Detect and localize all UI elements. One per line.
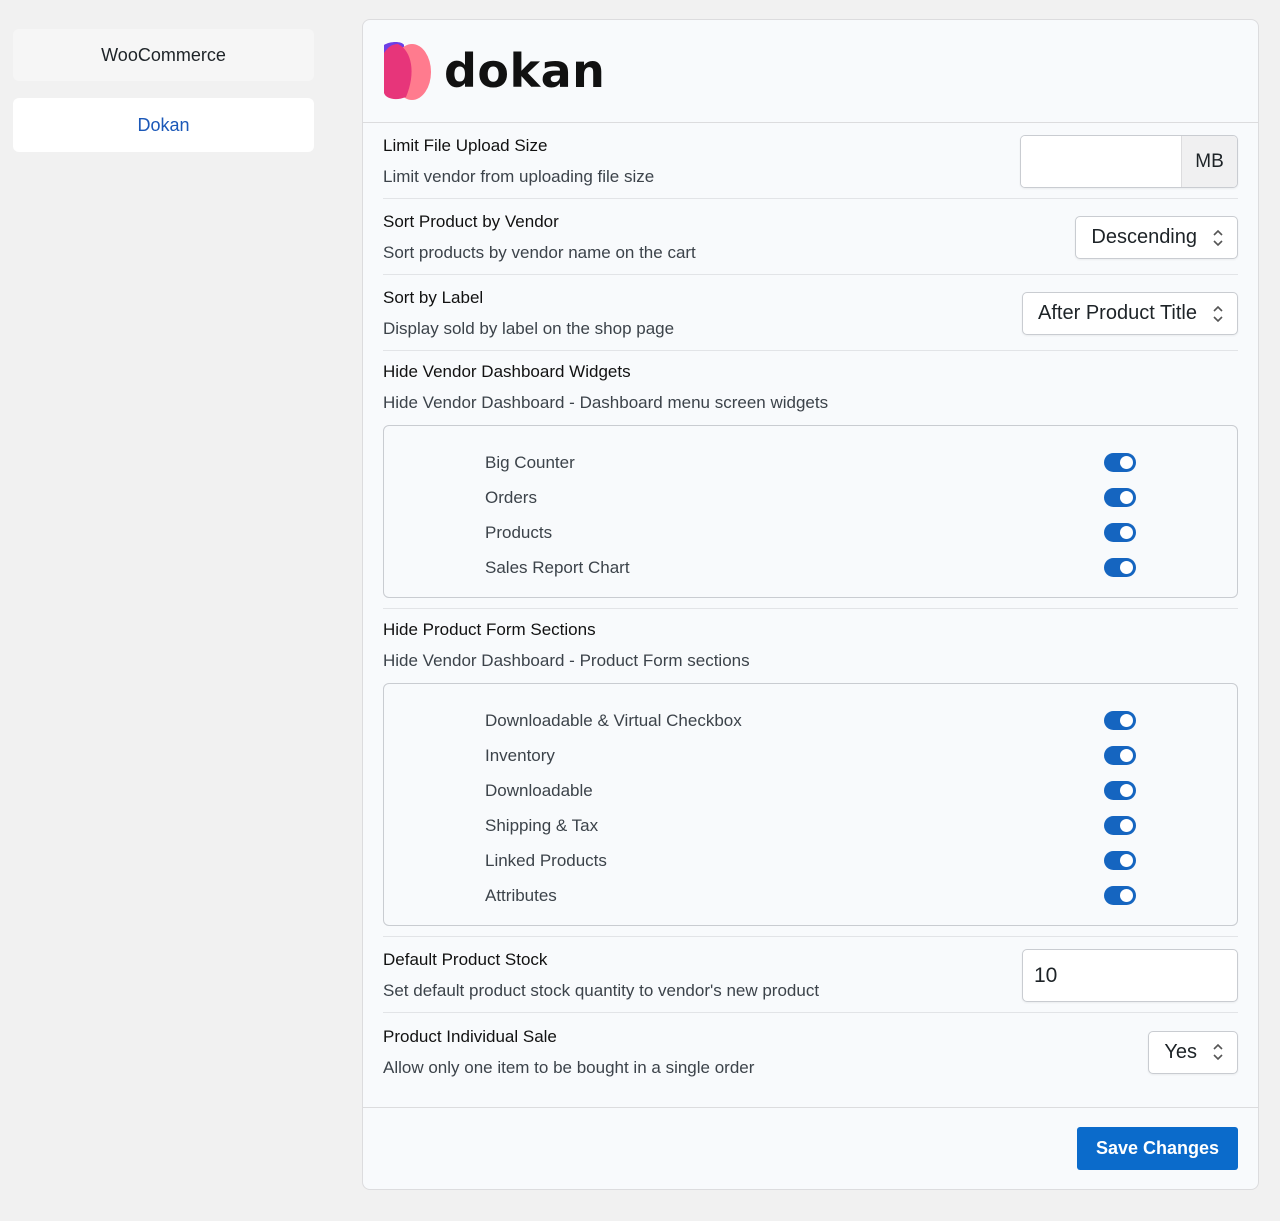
dokan-logo-icon [384, 42, 431, 100]
list-item: Orders [485, 480, 1136, 515]
list-item: Downloadable & Virtual Checkbox [485, 703, 1136, 738]
upload-size-desc: Limit vendor from uploading file size [383, 167, 655, 186]
default-stock-title: Default Product Stock [383, 950, 548, 969]
products-toggle[interactable] [1104, 523, 1136, 542]
sort-label-desc: Display sold by label on the shop page [383, 319, 675, 338]
sort-vendor-row: Sort Product by Vendor Sort products by … [383, 199, 1238, 275]
sidebar-item-woocommerce[interactable]: WooCommerce [13, 29, 314, 81]
save-changes-button[interactable]: Save Changes [1076, 1127, 1238, 1170]
shipping-tax-toggle[interactable] [1104, 816, 1136, 835]
toggle-label: Attributes [485, 885, 557, 905]
list-item: Downloadable [485, 773, 1136, 808]
linked-products-toggle[interactable] [1104, 851, 1136, 870]
sidebar: WooCommerce Dokan [13, 29, 314, 169]
toggle-label: Downloadable [485, 780, 593, 800]
toggle-label: Big Counter [485, 452, 575, 472]
dashboard-widgets-section: Hide Vendor Dashboard Widgets Hide Vendo… [383, 351, 1238, 609]
dashboard-widgets-title: Hide Vendor Dashboard Widgets [383, 362, 631, 381]
individual-sale-row: Product Individual Sale Allow only one i… [383, 1013, 1238, 1089]
attributes-toggle[interactable] [1104, 886, 1136, 905]
sort-label-row: Sort by Label Display sold by label on t… [383, 275, 1238, 351]
toggle-label: Orders [485, 487, 537, 507]
inventory-toggle[interactable] [1104, 746, 1136, 765]
individual-sale-select[interactable]: Yes [1148, 1030, 1238, 1074]
dashboard-widgets-list: Big Counter Orders Products Sales Report… [383, 425, 1238, 598]
dashboard-widgets-desc: Hide Vendor Dashboard - Dashboard menu s… [383, 393, 829, 412]
logo-text: dokan [444, 44, 606, 98]
downloadable-virtual-toggle[interactable] [1104, 711, 1136, 730]
upload-size-input[interactable] [1021, 136, 1181, 187]
settings-content: Limit File Upload Size Limit vendor from… [363, 123, 1258, 1089]
chevron-up-down-icon [1213, 1043, 1223, 1061]
toggle-label: Shipping & Tax [485, 815, 599, 835]
list-item: Linked Products [485, 843, 1136, 878]
panel-header: dokan [363, 20, 1258, 123]
sort-label-title: Sort by Label [383, 288, 484, 307]
upload-size-input-group: MB [1020, 135, 1238, 188]
toggle-label: Downloadable & Virtual Checkbox [485, 710, 742, 730]
list-item: Sales Report Chart [485, 550, 1136, 585]
product-form-section: Hide Product Form Sections Hide Vendor D… [383, 609, 1238, 937]
toggle-label: Products [485, 522, 553, 542]
sort-vendor-select[interactable]: Descending [1075, 216, 1238, 259]
upload-size-row: Limit File Upload Size Limit vendor from… [383, 123, 1238, 199]
sort-vendor-selected: Descending [1091, 226, 1197, 248]
product-form-title: Hide Product Form Sections [383, 620, 596, 639]
upload-size-unit: MB [1181, 136, 1237, 187]
product-form-desc: Hide Vendor Dashboard - Product Form sec… [383, 651, 750, 670]
list-item: Big Counter [485, 445, 1136, 480]
sidebar-item-label: Dokan [137, 114, 190, 135]
default-stock-row: Default Product Stock Set default produc… [383, 937, 1238, 1013]
sidebar-item-dokan[interactable]: Dokan [13, 98, 314, 152]
sort-label-select[interactable]: After Product Title [1022, 292, 1238, 335]
default-stock-desc: Set default product stock quantity to ve… [383, 981, 820, 1000]
chevron-up-down-icon [1213, 305, 1223, 323]
product-form-list: Downloadable & Virtual Checkbox Inventor… [383, 683, 1238, 926]
orders-toggle[interactable] [1104, 488, 1136, 507]
sales-report-chart-toggle[interactable] [1104, 558, 1136, 577]
big-counter-toggle[interactable] [1104, 453, 1136, 472]
sort-label-selected: After Product Title [1038, 302, 1197, 324]
default-stock-input[interactable] [1022, 949, 1238, 1002]
list-item: Attributes [485, 878, 1136, 913]
individual-sale-title: Product Individual Sale [383, 1026, 557, 1046]
panel-footer: Save Changes [363, 1107, 1258, 1189]
sort-vendor-desc: Sort products by vendor name on the cart [383, 243, 696, 262]
downloadable-toggle[interactable] [1104, 781, 1136, 800]
sidebar-item-label: WooCommerce [101, 44, 226, 65]
individual-sale-desc: Allow only one item to be bought in a si… [383, 1057, 755, 1077]
individual-sale-selected: Yes [1164, 1040, 1197, 1063]
toggle-label: Linked Products [485, 850, 607, 870]
toggle-label: Inventory [485, 745, 555, 765]
list-item: Products [485, 515, 1136, 550]
dokan-logo: dokan [382, 41, 605, 101]
settings-panel: dokan Limit File Upload Size Limit vendo… [362, 19, 1259, 1190]
chevron-up-down-icon [1213, 229, 1223, 247]
list-item: Inventory [485, 738, 1136, 773]
toggle-label: Sales Report Chart [485, 557, 630, 577]
list-item: Shipping & Tax [485, 808, 1136, 843]
sort-vendor-title: Sort Product by Vendor [383, 212, 559, 231]
upload-size-title: Limit File Upload Size [383, 136, 548, 155]
